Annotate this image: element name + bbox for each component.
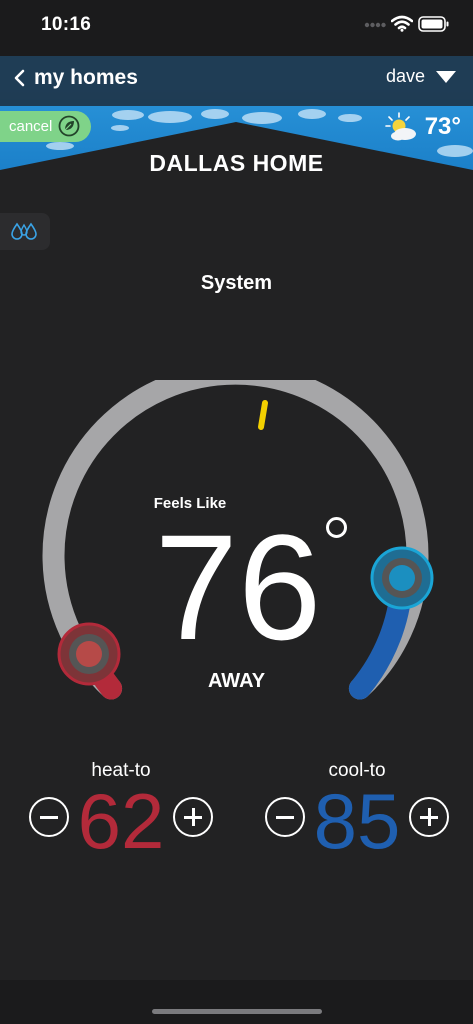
heat-setpoint-control: heat-to 62 bbox=[26, 760, 216, 864]
system-label: System bbox=[200, 272, 273, 294]
wifi-icon bbox=[391, 15, 413, 32]
bottom-bar bbox=[0, 980, 473, 1024]
home-title: DALLAS HOME bbox=[149, 150, 324, 176]
weather-widget: 73° bbox=[384, 112, 461, 142]
back-link-label: my homes bbox=[34, 66, 138, 89]
leaf-icon bbox=[58, 115, 80, 137]
battery-icon bbox=[418, 16, 449, 32]
status-bar: 10:16 bbox=[0, 0, 473, 56]
home-indicator[interactable] bbox=[152, 1009, 322, 1014]
current-temperature: 76 bbox=[154, 503, 322, 671]
cancel-label: cancel bbox=[9, 118, 53, 135]
current-temp-indicator bbox=[258, 400, 268, 430]
user-menu[interactable]: dave bbox=[386, 66, 457, 87]
cancel-button[interactable]: cancel bbox=[0, 111, 91, 142]
water-drops-icon bbox=[11, 222, 37, 240]
cool-setpoint-value: 85 bbox=[313, 777, 401, 865]
mode-label: AWAY bbox=[207, 670, 266, 692]
degree-symbol bbox=[326, 517, 347, 538]
heat-setpoint-value: 62 bbox=[77, 777, 165, 865]
outdoor-temp: 73° bbox=[424, 113, 461, 140]
status-time: 10:16 bbox=[41, 14, 92, 35]
partly-sunny-icon bbox=[384, 112, 416, 141]
caret-down-icon bbox=[436, 70, 456, 83]
cool-setpoint-control: cool-to 85 bbox=[262, 760, 452, 864]
cool-setpoint-handle[interactable] bbox=[370, 546, 434, 610]
signal-icon bbox=[364, 22, 386, 28]
user-name: dave bbox=[385, 66, 425, 86]
humidity-button[interactable] bbox=[0, 213, 50, 250]
heat-increase-button[interactable] bbox=[173, 797, 213, 837]
cool-decrease-button[interactable] bbox=[265, 797, 305, 837]
cool-increase-button[interactable] bbox=[409, 797, 449, 837]
heat-decrease-button[interactable] bbox=[29, 797, 69, 837]
back-link-my-homes[interactable]: my homes bbox=[14, 64, 138, 92]
chevron-left-icon bbox=[14, 69, 25, 87]
